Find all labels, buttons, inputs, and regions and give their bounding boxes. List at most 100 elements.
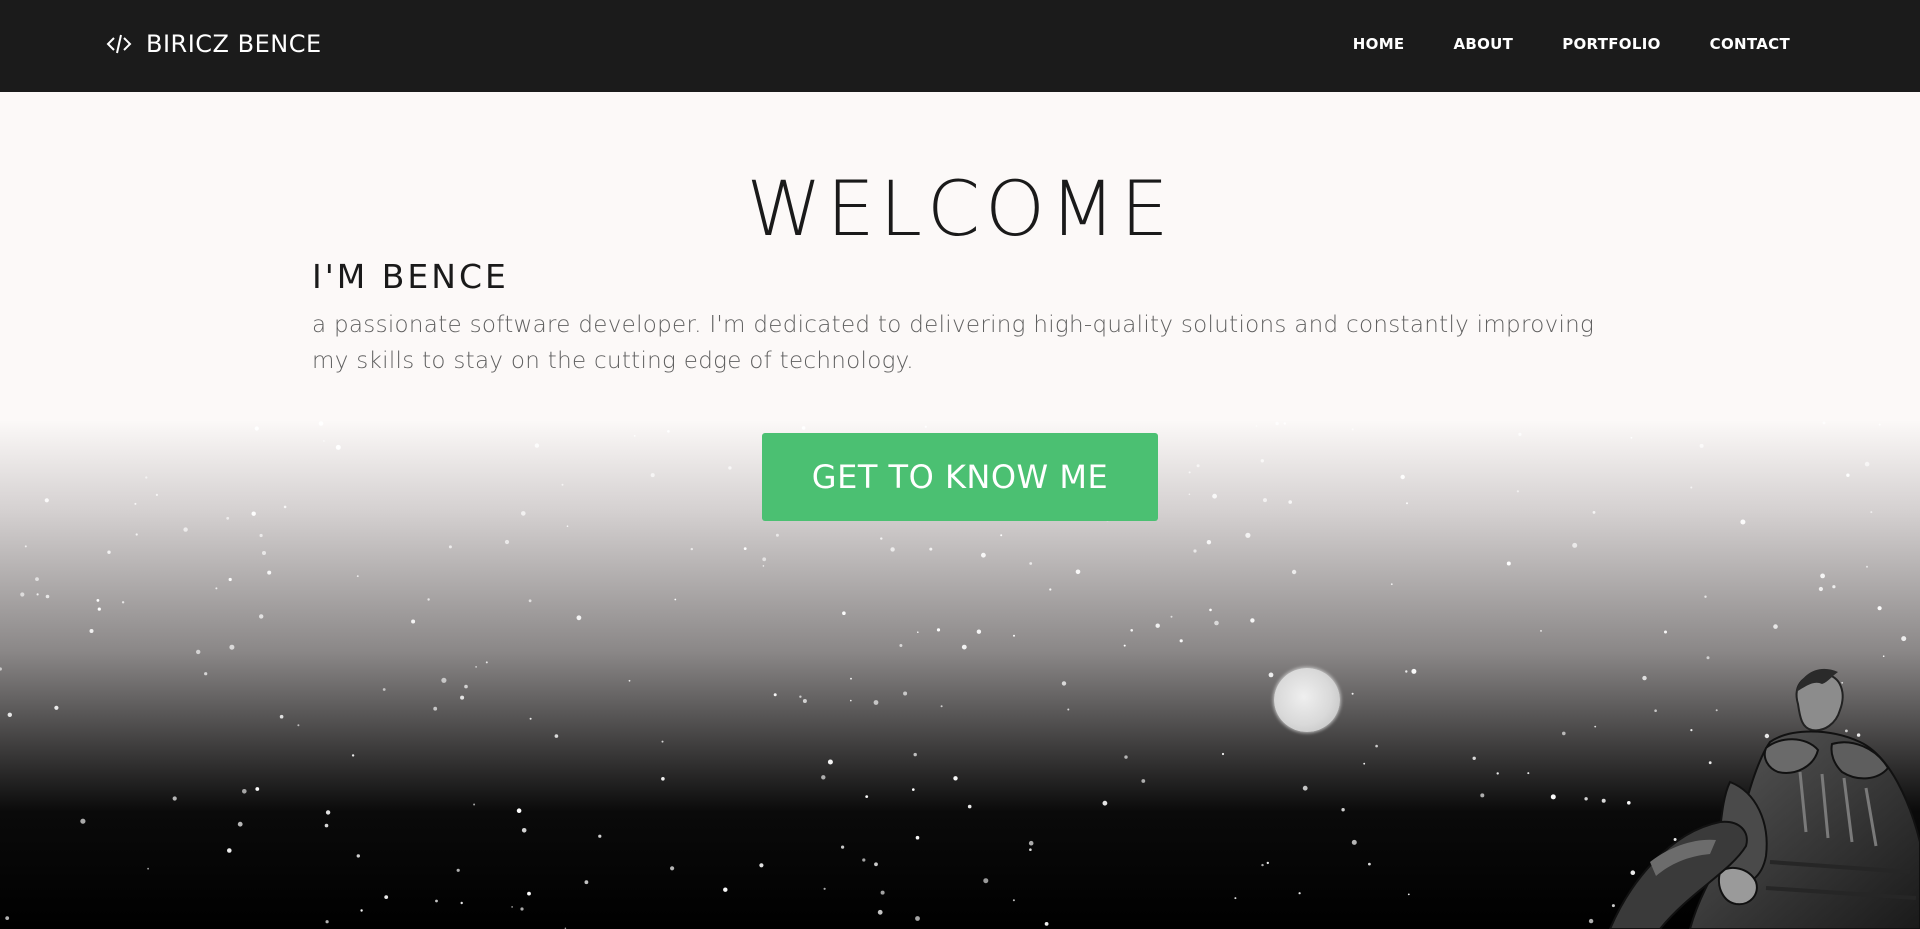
star bbox=[1029, 562, 1033, 565]
star bbox=[1141, 779, 1146, 783]
star bbox=[441, 677, 447, 683]
star bbox=[204, 672, 208, 676]
star bbox=[1870, 511, 1873, 514]
star bbox=[433, 706, 438, 711]
star bbox=[227, 848, 232, 853]
star bbox=[24, 545, 27, 548]
star bbox=[1170, 615, 1173, 618]
welcome-heading: WELCOME bbox=[746, 164, 1174, 253]
star bbox=[521, 511, 526, 516]
star bbox=[877, 909, 883, 915]
star bbox=[670, 866, 675, 871]
star bbox=[1877, 606, 1882, 611]
star bbox=[1822, 421, 1826, 425]
star bbox=[667, 430, 670, 433]
star bbox=[821, 775, 826, 780]
star bbox=[382, 688, 386, 691]
star bbox=[226, 516, 230, 520]
star bbox=[254, 426, 259, 431]
star bbox=[1351, 692, 1354, 695]
star bbox=[251, 511, 256, 516]
star bbox=[1390, 583, 1393, 586]
star bbox=[134, 502, 137, 505]
star bbox=[802, 699, 807, 703]
star bbox=[1193, 549, 1197, 553]
get-to-know-me-button[interactable]: GET TO KNOW ME bbox=[762, 433, 1158, 521]
star bbox=[172, 796, 177, 801]
moon-image bbox=[1274, 668, 1340, 732]
star bbox=[1179, 639, 1183, 643]
star bbox=[967, 804, 972, 809]
star bbox=[1130, 629, 1133, 632]
nav-about[interactable]: ABOUT bbox=[1453, 35, 1513, 53]
star bbox=[121, 601, 125, 604]
star bbox=[1405, 670, 1408, 673]
star bbox=[1049, 588, 1052, 591]
brand-name: BIRICZ BENCE bbox=[146, 30, 322, 58]
star bbox=[155, 493, 158, 496]
star bbox=[1818, 586, 1823, 592]
star bbox=[1878, 423, 1881, 426]
star bbox=[1820, 573, 1825, 579]
star bbox=[728, 466, 732, 470]
star bbox=[584, 880, 589, 885]
star bbox=[283, 505, 287, 509]
star bbox=[45, 594, 50, 599]
star bbox=[924, 425, 927, 428]
star bbox=[650, 473, 655, 478]
star bbox=[1263, 498, 1267, 503]
nav-home[interactable]: HOME bbox=[1353, 35, 1405, 53]
star bbox=[850, 699, 852, 702]
star bbox=[890, 547, 895, 552]
star bbox=[1540, 629, 1542, 632]
star bbox=[297, 724, 300, 727]
star bbox=[915, 835, 920, 840]
star bbox=[356, 854, 360, 858]
star bbox=[325, 810, 331, 815]
star bbox=[1250, 618, 1255, 623]
star bbox=[1013, 634, 1015, 637]
star bbox=[527, 891, 531, 896]
star bbox=[1341, 808, 1345, 812]
star bbox=[145, 476, 148, 479]
star bbox=[7, 712, 12, 717]
star bbox=[1000, 534, 1003, 537]
star bbox=[1028, 840, 1034, 846]
star bbox=[940, 705, 943, 708]
star bbox=[1699, 443, 1704, 448]
star bbox=[259, 614, 264, 619]
brand-link[interactable]: BIRICZ BENCE bbox=[106, 30, 322, 58]
star bbox=[598, 834, 602, 838]
star bbox=[196, 649, 201, 655]
star bbox=[1832, 585, 1836, 589]
star bbox=[1363, 762, 1366, 765]
star bbox=[427, 598, 430, 601]
star bbox=[850, 677, 852, 680]
star bbox=[880, 890, 885, 895]
star bbox=[1592, 511, 1596, 514]
star bbox=[880, 537, 883, 540]
star bbox=[1288, 500, 1292, 504]
star bbox=[1411, 668, 1417, 674]
star bbox=[1188, 493, 1191, 496]
star bbox=[262, 551, 266, 555]
star bbox=[1206, 540, 1212, 545]
star bbox=[762, 557, 767, 562]
star bbox=[516, 808, 522, 813]
star bbox=[323, 440, 325, 442]
star bbox=[661, 777, 665, 781]
star bbox=[96, 599, 100, 602]
nav-portfolio[interactable]: PORTFOLIO bbox=[1562, 35, 1660, 53]
star bbox=[554, 734, 559, 738]
star bbox=[981, 552, 986, 558]
star bbox=[504, 539, 510, 545]
star bbox=[1188, 471, 1191, 474]
star bbox=[520, 907, 524, 911]
nav-contact[interactable]: CONTACT bbox=[1710, 35, 1790, 53]
star bbox=[961, 644, 967, 650]
star bbox=[1740, 519, 1746, 525]
star bbox=[1302, 785, 1308, 791]
star bbox=[1061, 681, 1067, 686]
star bbox=[0, 667, 2, 671]
star bbox=[1266, 861, 1270, 865]
